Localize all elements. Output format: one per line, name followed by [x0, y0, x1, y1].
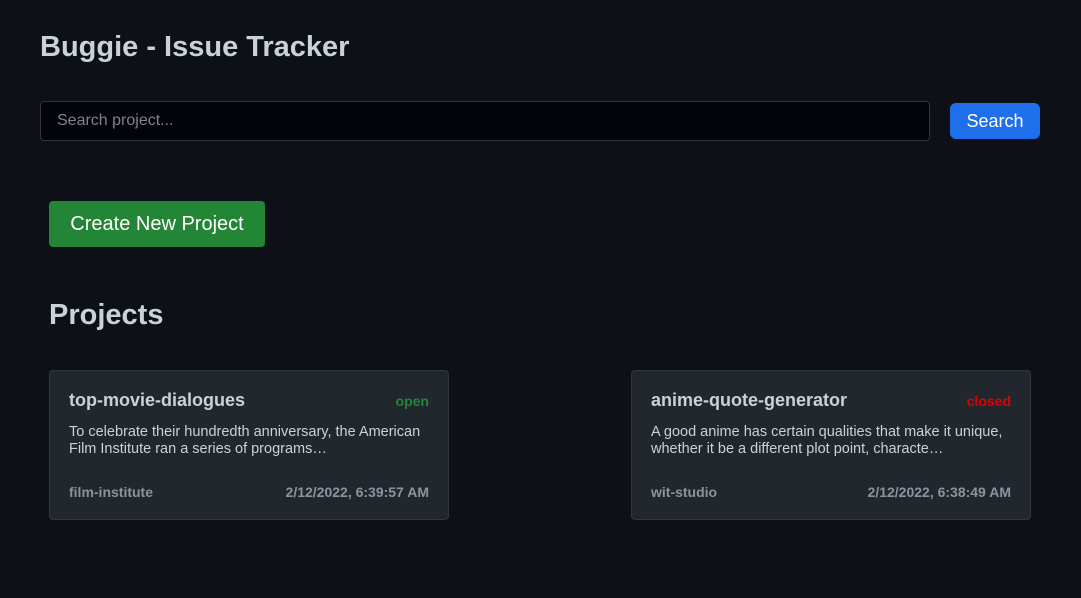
- status-badge: closed: [966, 393, 1011, 409]
- project-description: A good anime has certain qualities that …: [651, 424, 1003, 457]
- card-footer: wit-studio 2/12/2022, 6:38:49 AM: [651, 484, 1011, 500]
- card-header: top-movie-dialogues open: [69, 390, 429, 411]
- search-input[interactable]: [40, 101, 930, 141]
- status-badge: open: [395, 393, 429, 409]
- project-owner: film-institute: [69, 484, 153, 500]
- app-title: Buggie - Issue Tracker: [40, 31, 350, 63]
- project-card-anime-quote-generator[interactable]: anime-quote-generator closed A good anim…: [631, 370, 1031, 520]
- project-name: anime-quote-generator: [651, 390, 848, 410]
- project-timestamp: 2/12/2022, 6:38:49 AM: [867, 484, 1011, 500]
- card-header: anime-quote-generator closed: [651, 390, 1011, 411]
- project-description: To celebrate their hundredth anniversary…: [69, 424, 421, 457]
- search-button[interactable]: Search: [950, 103, 1040, 139]
- projects-heading: Projects: [49, 299, 164, 331]
- project-card-top-movie-dialogues[interactable]: top-movie-dialogues open To celebrate th…: [49, 370, 449, 520]
- create-project-button[interactable]: Create New Project: [49, 201, 265, 247]
- card-footer: film-institute 2/12/2022, 6:39:57 AM: [69, 484, 429, 500]
- project-owner: wit-studio: [651, 484, 718, 500]
- project-name: top-movie-dialogues: [69, 390, 246, 410]
- project-timestamp: 2/12/2022, 6:39:57 AM: [285, 484, 429, 500]
